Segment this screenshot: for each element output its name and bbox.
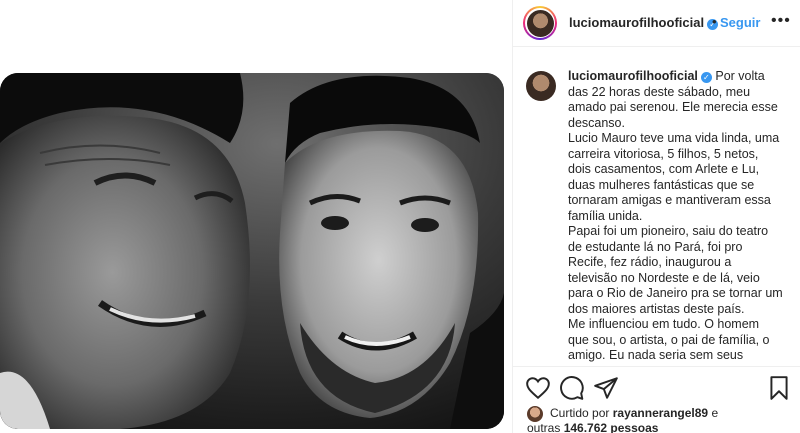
post-header: luciomaurofilhooficial ✓ • Seguir ••• (513, 0, 800, 47)
caption-line: tornaram amigas e mantiveram essa (568, 193, 771, 207)
caption-line: Papai foi um pioneiro, saiu do teatro (568, 224, 769, 238)
follow-button[interactable]: Seguir (720, 15, 760, 30)
caption-line: Recife, fez rádio, inaugurou a (568, 255, 732, 269)
post-sidebar: luciomaurofilhooficial ✓ • Seguir ••• luc… (513, 0, 800, 433)
caption-line: descanso. (568, 115, 625, 130)
avatar-image (526, 9, 554, 37)
caption-line: carreira vitoriosa, 5 filhos, 5 netos, (568, 146, 759, 161)
caption-first-line: Por volta (715, 69, 765, 83)
likes-conj: e (711, 406, 719, 420)
likes-others-prefix: outras (527, 421, 561, 433)
caption-line: de estudante lá no Pará, foi pro (568, 239, 743, 254)
caption-line: Lucio Mauro teve uma vida linda, uma (568, 131, 780, 145)
likes-prefix: Curtido por (550, 406, 610, 420)
caption-verified-badge-icon: ✓ (700, 72, 712, 83)
caption-line: das 22 horas deste sábado, meu (568, 84, 751, 99)
post-media-panel (0, 0, 513, 433)
header-username[interactable]: luciomaurofilhooficial ✓ (569, 15, 719, 30)
caption-line: dos maiores artistas deste país. (568, 301, 745, 316)
heart-icon[interactable] (525, 375, 551, 401)
caption-line: amado pai serenou. Ele merecia esse (568, 100, 778, 114)
bookmark-icon[interactable] (766, 375, 792, 401)
more-options-icon[interactable]: ••• (771, 12, 791, 30)
caption-line: amigo. Eu nada seria sem seus (568, 348, 744, 362)
likes-line-2: outras 146.762 pessoas (527, 421, 658, 433)
liker-username[interactable]: rayannerangel89 (613, 406, 708, 420)
action-bar (513, 366, 800, 406)
caption-line: Me influenciou em tudo. O homem (568, 317, 760, 331)
likes-summary: Curtido por rayannerangel89 e outras 146… (513, 404, 800, 433)
profile-avatar[interactable] (523, 6, 557, 40)
comment-icon[interactable] (559, 375, 585, 401)
likes-others-count[interactable]: 146.762 pessoas (564, 421, 659, 433)
header-username-text[interactable]: luciomaurofilhooficial (569, 15, 704, 30)
caption-username[interactable]: luciomaurofilhooficial ✓ (568, 69, 712, 83)
share-icon[interactable] (593, 375, 619, 401)
post-photo-image (0, 73, 504, 429)
caption-text: luciomaurofilhooficial ✓ Por volta das 22… (568, 69, 788, 364)
caption-line: família unida. (568, 208, 643, 223)
caption-line: para o Rio de Janeiro pra se tornar um (568, 286, 783, 300)
caption-line: dois casamentos, com Arlete e Lu, (568, 162, 760, 176)
caption-avatar[interactable] (526, 71, 556, 101)
avatar-inner (525, 8, 555, 38)
caption-username-text[interactable]: luciomaurofilhooficial (568, 69, 698, 83)
caption-lines: das 22 horas deste sábado, meu amado pai … (568, 85, 788, 364)
liker-avatar[interactable] (527, 406, 543, 422)
caption-area: luciomaurofilhooficial ✓ Por volta das 22… (513, 47, 800, 365)
post-photo[interactable] (0, 73, 504, 429)
caption-line: duas mulheres fantásticas que se (568, 177, 755, 192)
header-separator: • (712, 14, 717, 29)
likes-line-1: Curtido por rayannerangel89 e (550, 406, 718, 420)
caption-line: televisão no Nordeste e de lá, veio (568, 270, 760, 285)
caption-line: que sou, o artista, o pai de família, o (568, 332, 770, 347)
